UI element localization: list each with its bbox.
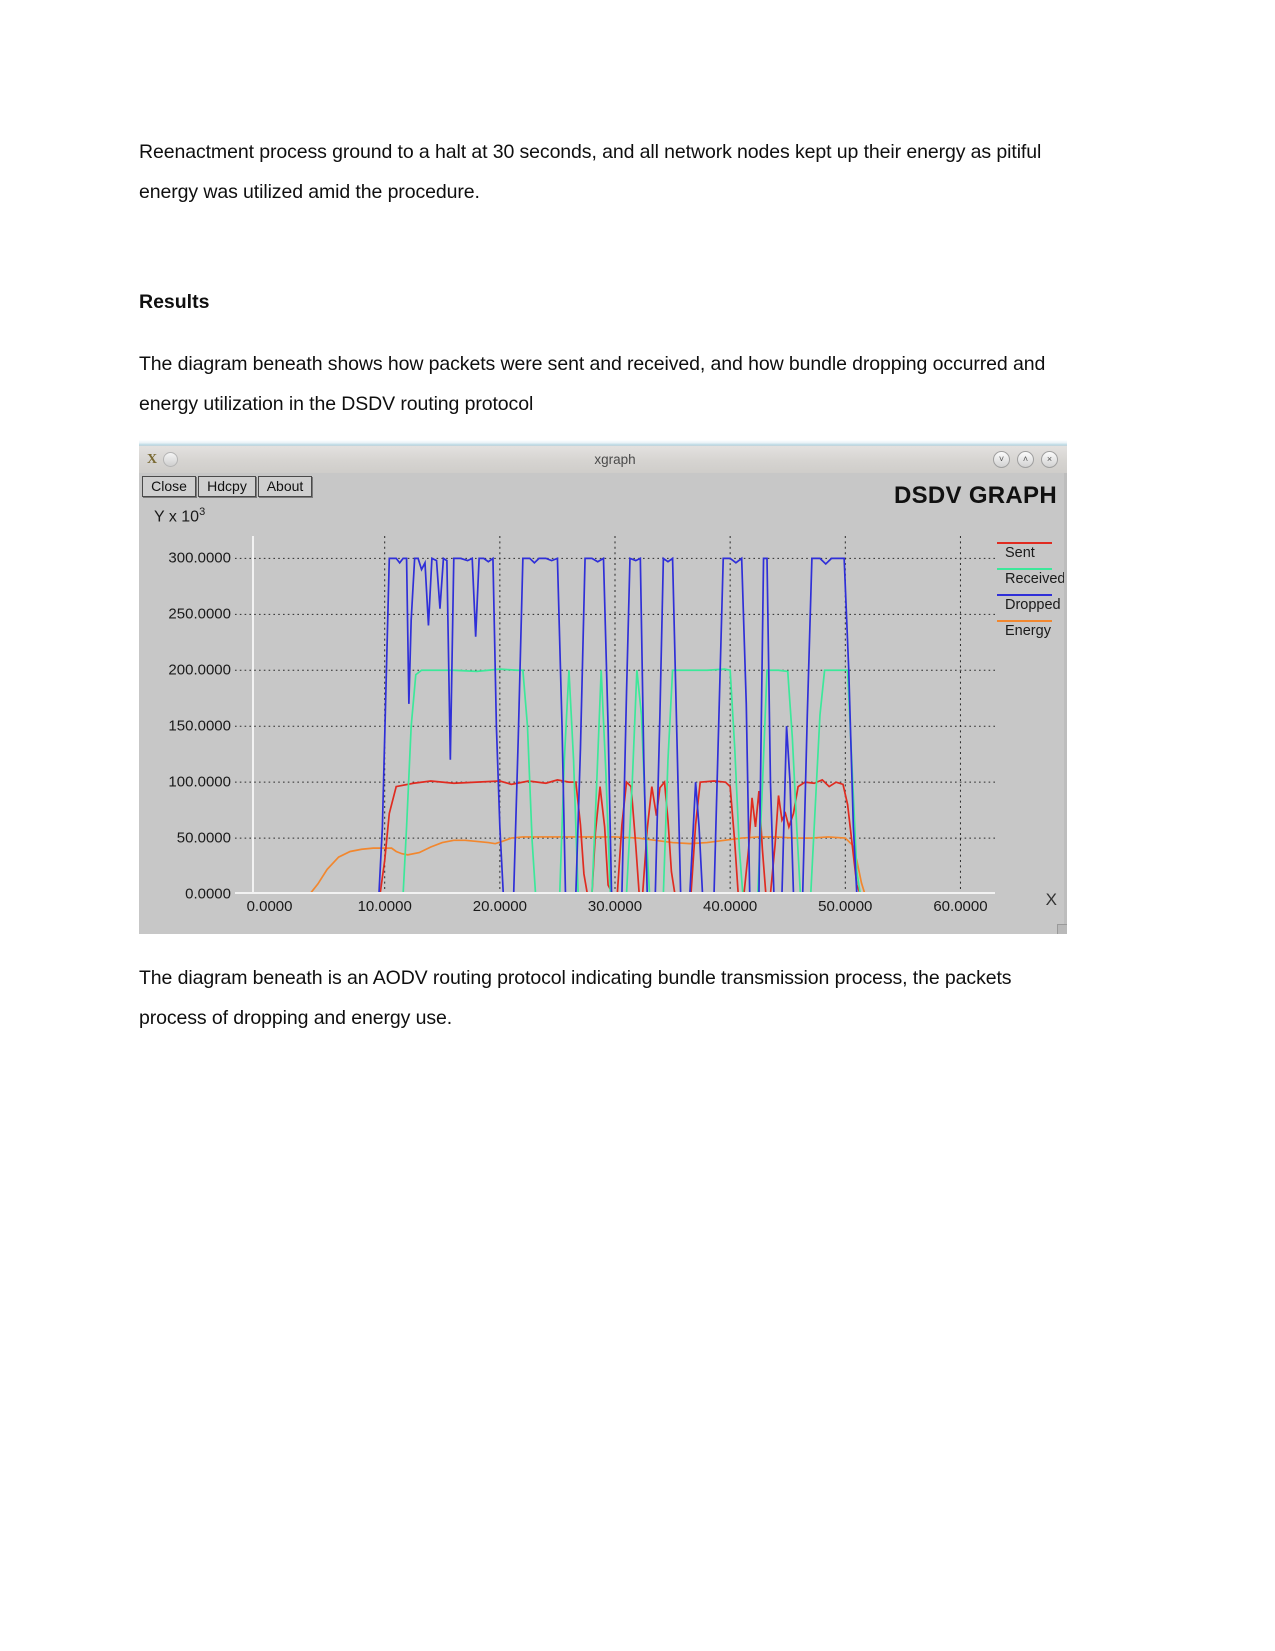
legend-item: Received — [997, 564, 1067, 590]
paragraph-aodv-description: The diagram beneath is an AODV routing p… — [139, 967, 1012, 1029]
document-body: Reenactment process ground to a halt at … — [139, 132, 1051, 424]
legend-item: Energy — [997, 616, 1067, 642]
x-axis-tick-label: 20.0000 — [472, 898, 527, 915]
maximize-icon[interactable]: ˄ — [1017, 451, 1034, 468]
legend-label: Energy — [1005, 623, 1051, 639]
legend-label: Dropped — [1005, 597, 1061, 613]
y-axis-tick-label: 150.0000 — [168, 717, 231, 735]
y-axis-tick-label: 0.0000 — [185, 885, 231, 903]
y-axis-tick-label: 250.0000 — [168, 605, 231, 623]
legend-color-swatch — [997, 568, 1052, 570]
y-axis-tick-label: 50.0000 — [176, 829, 231, 847]
legend-color-swatch — [997, 594, 1052, 596]
document-page: Reenactment process ground to a halt at … — [0, 0, 1275, 1651]
window-title: xgraph — [594, 452, 636, 467]
y-axis-exponent-value: 3 — [199, 506, 206, 518]
x-application-icon: X — [147, 451, 158, 467]
window-right-edge — [1064, 473, 1067, 934]
x-axis-tick-labels: 0.0000 10.0000 20.0000 30.0000 40.0000 50.000… — [235, 898, 995, 924]
corner-x-marker: X — [1045, 890, 1057, 909]
close-button[interactable]: Close — [142, 476, 196, 497]
about-button[interactable]: About — [258, 476, 312, 497]
window-menu-icon[interactable] — [163, 452, 179, 467]
y-axis-tick-labels: 0.0000 50.0000 100.0000 150.0000 200.0000 250… — [139, 536, 231, 903]
heading-results: Results — [139, 291, 210, 313]
window-controls: ˅ ˄ × — [993, 451, 1067, 468]
hdcpy-button[interactable]: Hdcpy — [198, 476, 256, 497]
y-axis-exponent-text: Y x 10 — [154, 508, 200, 526]
xgraph-titlebar[interactable]: X xgraph ˅ ˄ × — [139, 446, 1067, 473]
document-body-lower: The diagram beneath is an AODV routing p… — [139, 958, 1051, 1038]
x-axis-tick-label: 40.0000 — [703, 898, 758, 915]
paragraph-intro: Reenactment process ground to a halt at … — [139, 141, 1042, 203]
close-icon[interactable]: × — [1041, 451, 1058, 468]
chart-legend: Sent Received Dropped Energy — [997, 538, 1067, 642]
chart-svg — [235, 536, 995, 894]
x-axis-tick-label: 60.0000 — [933, 898, 988, 915]
paragraph-dsdv-description: The diagram beneath shows how packets we… — [139, 353, 1046, 415]
minimize-icon[interactable]: ˅ — [993, 451, 1010, 468]
x-axis-tick-label: 10.0000 — [357, 898, 412, 915]
y-axis-tick-label: 300.0000 — [168, 549, 231, 567]
legend-label: Received — [1005, 571, 1066, 587]
legend-color-swatch — [997, 542, 1052, 544]
x-axis-tick-label: 50.0000 — [818, 898, 873, 915]
graph-title: DSDV GRAPH — [893, 482, 1057, 509]
xgraph-window: X xgraph ˅ ˄ × Close Hdcpy About DSDV GR… — [139, 440, 1067, 934]
x-axis-tick-label: 0.0000 — [246, 898, 293, 915]
legend-item: Dropped — [997, 590, 1067, 616]
legend-label: Sent — [1005, 545, 1035, 561]
y-axis-tick-label: 100.0000 — [168, 773, 231, 791]
legend-color-swatch — [997, 620, 1052, 622]
y-axis-tick-label: 200.0000 — [168, 661, 231, 679]
legend-item: Sent — [997, 538, 1067, 564]
x-axis-tick-label: 30.0000 — [587, 898, 643, 915]
plot-area — [235, 536, 995, 894]
resize-grip[interactable] — [1057, 924, 1067, 934]
y-axis-exponent-label: Y x 103 — [154, 506, 205, 526]
titlebar-left-group: X — [139, 452, 237, 467]
